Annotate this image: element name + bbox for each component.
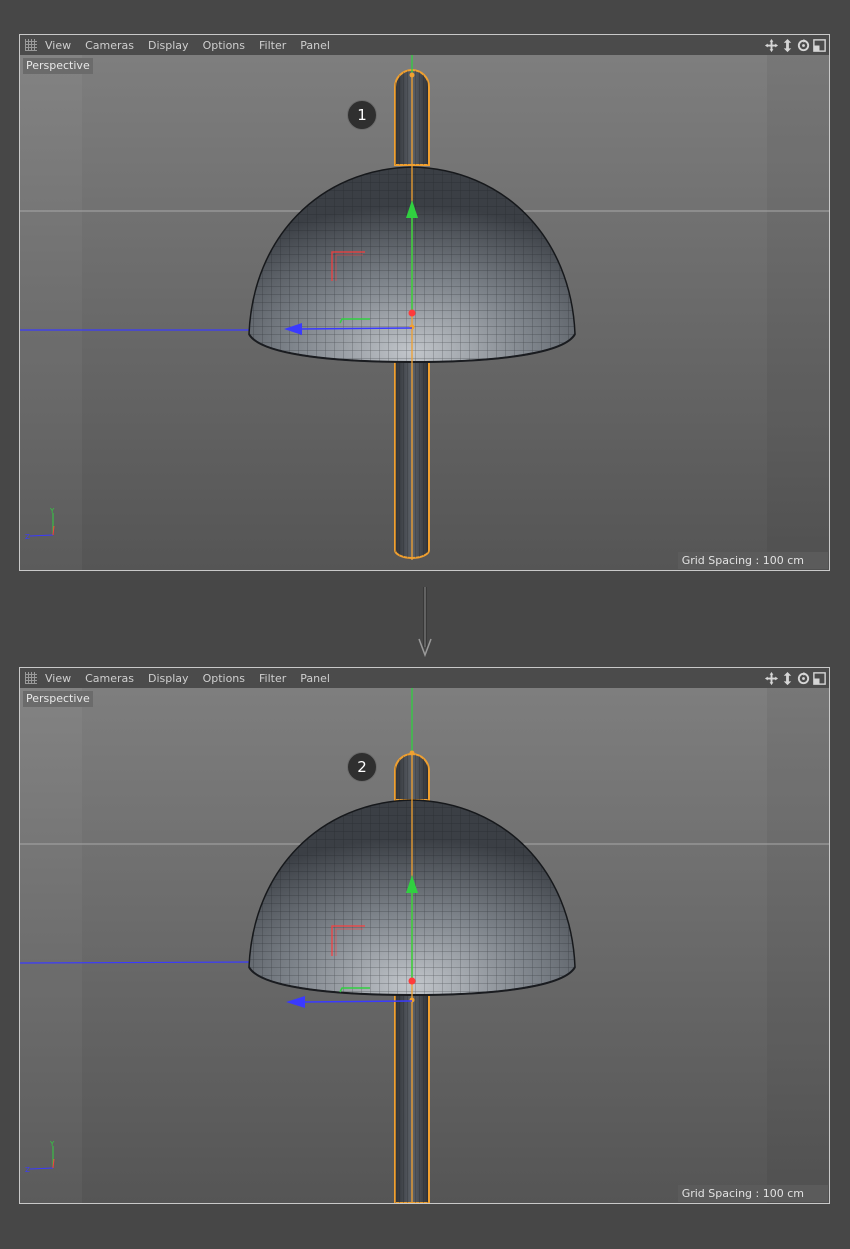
scene-canvas: Y Z bbox=[20, 688, 829, 1203]
step-badge: 1 bbox=[347, 100, 377, 130]
grid-spacing-label: Grid Spacing : 100 cm bbox=[677, 552, 828, 569]
viewport-scene[interactable]: Y Z Perspective 1 Grid Spacing : 100 cm bbox=[20, 55, 829, 570]
menu-options[interactable]: Options bbox=[203, 39, 245, 52]
svg-text:Z: Z bbox=[25, 533, 30, 541]
camera-label[interactable]: Perspective bbox=[23, 691, 93, 707]
svg-text:Y: Y bbox=[49, 507, 55, 515]
viewport-scene[interactable]: Y Z Perspective 2 Grid Spacing : 100 cm bbox=[20, 688, 829, 1203]
menu-cameras[interactable]: Cameras bbox=[85, 39, 134, 52]
menu-view[interactable]: View bbox=[45, 39, 71, 52]
menu-panel[interactable]: Panel bbox=[300, 672, 330, 685]
rotate-view-icon[interactable] bbox=[796, 38, 811, 53]
svg-text:Y: Y bbox=[49, 1140, 55, 1148]
scene-canvas: Y Z bbox=[20, 55, 829, 570]
toggle-layout-icon[interactable] bbox=[812, 38, 827, 53]
viewport-menubar: View Cameras Display Options Filter Pane… bbox=[20, 35, 829, 55]
menu-filter[interactable]: Filter bbox=[259, 39, 286, 52]
menu-display[interactable]: Display bbox=[148, 672, 189, 685]
zoom-view-icon[interactable] bbox=[780, 38, 795, 53]
grid-spacing-label: Grid Spacing : 100 cm bbox=[677, 1185, 828, 1202]
down-arrow-icon bbox=[418, 587, 432, 657]
menu-options[interactable]: Options bbox=[203, 672, 245, 685]
menu-filter[interactable]: Filter bbox=[259, 672, 286, 685]
menu-cameras[interactable]: Cameras bbox=[85, 672, 134, 685]
viewport-1[interactable]: View Cameras Display Options Filter Pane… bbox=[19, 34, 830, 571]
viewport-grid-icon[interactable] bbox=[25, 672, 37, 684]
zoom-view-icon[interactable] bbox=[780, 671, 795, 686]
viewport-grid-icon[interactable] bbox=[25, 39, 37, 51]
svg-text:Z: Z bbox=[25, 1166, 30, 1174]
menu-panel[interactable]: Panel bbox=[300, 39, 330, 52]
move-view-icon[interactable] bbox=[764, 38, 779, 53]
menu-view[interactable]: View bbox=[45, 672, 71, 685]
rotate-view-icon[interactable] bbox=[796, 671, 811, 686]
viewport-menubar: View Cameras Display Options Filter Pane… bbox=[20, 668, 829, 688]
menu-display[interactable]: Display bbox=[148, 39, 189, 52]
step-badge: 2 bbox=[347, 752, 377, 782]
viewport-2[interactable]: View Cameras Display Options Filter Pane… bbox=[19, 667, 830, 1204]
toggle-layout-icon[interactable] bbox=[812, 671, 827, 686]
camera-label[interactable]: Perspective bbox=[23, 58, 93, 74]
move-view-icon[interactable] bbox=[764, 671, 779, 686]
